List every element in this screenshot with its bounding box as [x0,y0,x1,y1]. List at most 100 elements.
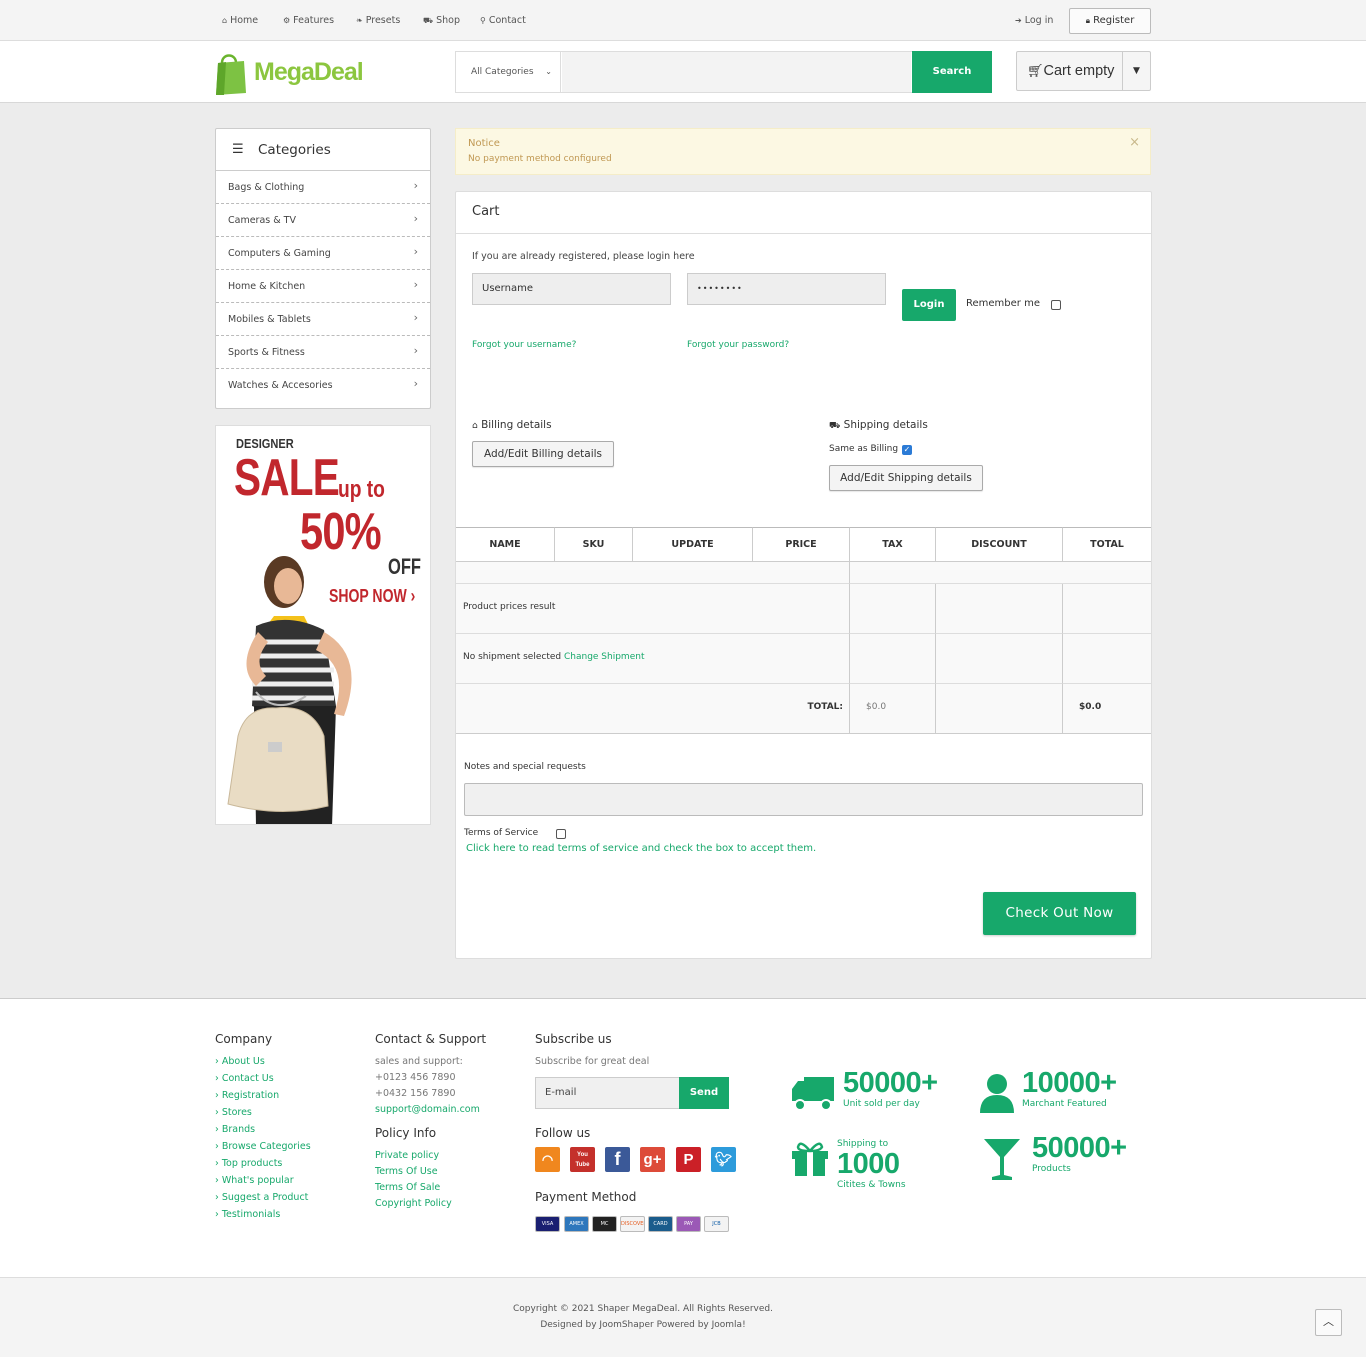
policy-link[interactable]: Copyright Policy [375,1198,452,1209]
nav-features[interactable]: ⚙ Features [283,15,334,26]
register-button[interactable]: 🔒︎ Register [1069,8,1151,34]
policy-link[interactable]: Private policy [375,1150,439,1161]
table-row-shipment: No shipment selected Change Shipment [456,634,850,684]
footer-link[interactable]: › Top products [215,1158,282,1169]
username-input[interactable]: Username [472,273,671,305]
jcb-card-icon: JCB [704,1216,729,1232]
stat-label: Marchant Featured [1022,1099,1107,1109]
nav-shop[interactable]: ⛟ Shop [423,15,460,26]
chevron-right-icon: › [413,311,418,324]
email-input[interactable]: E-mail [535,1077,680,1109]
search-button[interactable]: Search [912,51,992,93]
tos-link[interactable]: Click here to read terms of service and … [466,843,816,854]
follow-title: Follow us [535,1126,591,1140]
logo-text: MegaDeal [254,58,364,86]
edit-billing-button[interactable]: Add/Edit Billing details [472,441,614,467]
nav-home[interactable]: ⌂ Home [222,15,258,26]
footer-link[interactable]: › What's popular [215,1175,294,1186]
map-marker-icon: ⚲ [480,16,486,25]
top-bar: ⌂ Home ⚙ Features ❧ Presets ⛟ Shop ⚲ Contact … [0,0,1366,41]
notes-textarea[interactable] [464,783,1143,816]
cart-button[interactable]: 🛒︎Cart empty [1016,51,1123,91]
password-input[interactable]: •••••••• [687,273,886,305]
banner-upto-text: up to [338,476,385,503]
footer-link[interactable]: › Registration [215,1090,279,1101]
subscribe-title: Subscribe us [535,1032,612,1046]
forgot-username-link[interactable]: Forgot your username? [472,340,576,350]
column-header-update: UPDATE [633,527,753,562]
column-header-price: PRICE [753,527,850,562]
close-icon[interactable]: × [1129,135,1140,150]
change-shipment-link[interactable]: Change Shipment [564,652,645,662]
stat-number: 50000+ [1032,1132,1127,1164]
rss-icon[interactable]: ◠ [535,1147,560,1172]
footer-link[interactable]: › Testimonials [215,1209,280,1220]
login-button[interactable]: Login [902,289,956,321]
payment-title: Payment Method [535,1190,637,1204]
category-item-cameras[interactable]: Cameras & TV › [216,204,430,237]
footer-link[interactable]: › Contact Us [215,1073,274,1084]
google-plus-icon[interactable]: g+ [640,1147,665,1172]
contact-email-link[interactable]: support@domain.com [375,1104,480,1115]
category-item-watches[interactable]: Watches & Accesories › [216,369,430,402]
forgot-password-link[interactable]: Forgot your password? [687,340,789,350]
column-header-total: TOTAL [1063,527,1151,562]
truck-icon [792,1077,834,1111]
footer-link[interactable]: › About Us [215,1056,265,1067]
checkout-button[interactable]: Check Out Now [983,892,1136,935]
youtube-icon[interactable]: You Tube [570,1147,595,1172]
table-cell [850,584,936,634]
shopping-cart-icon: 🛒︎ [1027,63,1044,78]
tos-checkbox[interactable] [556,829,566,839]
remember-me-checkbox[interactable] [1051,300,1061,310]
stat-label: Products [1032,1164,1071,1174]
category-item-sports[interactable]: Sports & Fitness › [216,336,430,369]
chevron-right-icon: › [413,245,418,258]
truck-icon: ⛟ [829,421,841,431]
twitter-icon[interactable]: 🐦︎ [711,1147,736,1172]
policy-link[interactable]: Terms Of Use [375,1166,438,1177]
search-input[interactable] [562,52,911,92]
cart-icon: ⛟ [423,16,434,25]
visa-card-icon: VISA [535,1216,560,1232]
stat-number: 1000 [837,1148,900,1180]
column-header-name: NAME [456,527,555,562]
home-icon: ⌂ [222,16,228,25]
table-cell [1063,584,1151,634]
category-item-bags[interactable]: Bags & Clothing › [216,171,430,204]
footer-link[interactable]: › Stores [215,1107,252,1118]
scroll-to-top-button[interactable]: ︿ [1315,1309,1342,1336]
notice-title: Notice [468,138,500,149]
notice-alert: Notice No payment method configured × [455,128,1151,175]
stat-label: Unit sold per day [843,1099,920,1109]
send-button[interactable]: Send [679,1077,729,1109]
nav-contact[interactable]: ⚲ Contact [480,15,526,26]
column-header-discount: DISCOUNT [936,527,1063,562]
table-cell [936,684,1063,734]
footer-link[interactable]: › Brands [215,1124,255,1135]
facebook-icon[interactable]: f [605,1147,630,1172]
footer-link[interactable]: › Browse Categories [215,1141,311,1152]
policy-link[interactable]: Terms Of Sale [375,1182,440,1193]
edit-shipping-button[interactable]: Add/Edit Shipping details [829,465,983,491]
stat-number: 10000+ [1022,1067,1117,1099]
category-item-mobiles[interactable]: Mobiles & Tablets › [216,303,430,336]
sign-in-icon: ➔ [1015,16,1022,25]
sale-banner[interactable]: DESIGNER SALE up to 50% OFF SHOP NOW › [215,425,431,825]
nav-presets[interactable]: ❧ Presets [356,15,400,26]
logo[interactable]: MegaDeal [214,49,374,97]
same-as-billing-checkbox[interactable]: ✓ [902,445,912,455]
login-link[interactable]: ➔ Log in [1015,15,1053,26]
cart-dropdown-toggle[interactable]: ▼ [1122,51,1151,91]
model-with-handbag-image [227,556,352,824]
category-select[interactable]: All Categories ⌄ [456,52,561,92]
pinterest-icon[interactable]: P [676,1147,701,1172]
stat-number: 50000+ [843,1067,938,1099]
category-item-computers[interactable]: Computers & Gaming › [216,237,430,270]
footer-link[interactable]: › Suggest a Product [215,1192,308,1203]
category-item-home[interactable]: Home & Kitchen › [216,270,430,303]
table-row-empty [456,562,850,584]
mastercard-icon: MC [592,1216,617,1232]
home-icon: ⌂ [472,421,478,431]
gift-icon [792,1142,828,1176]
